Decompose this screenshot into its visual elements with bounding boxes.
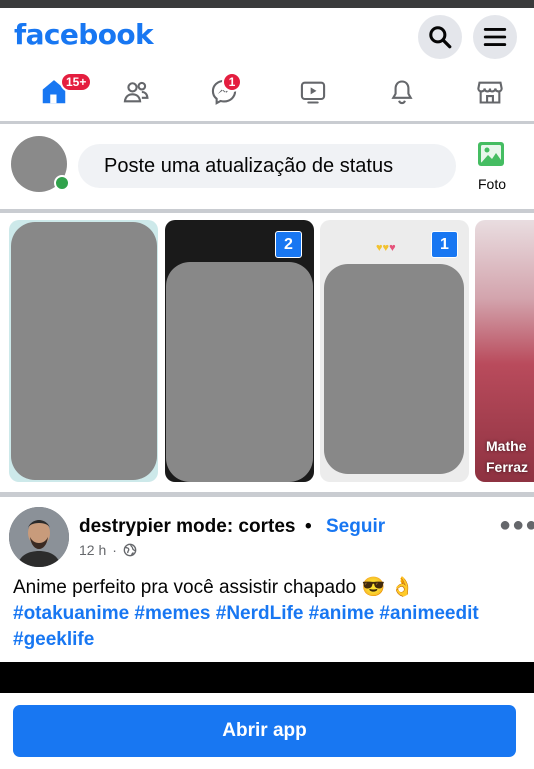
photo-label: Foto — [477, 176, 506, 192]
story-count-badge: 1 — [431, 231, 458, 258]
nav-friends[interactable] — [101, 66, 171, 118]
story-count-badge: 2 — [275, 231, 302, 258]
search-icon — [429, 26, 452, 49]
friends-icon — [123, 81, 149, 103]
hamburger-menu-icon — [483, 28, 507, 46]
story-card[interactable] — [9, 220, 158, 482]
post-hashtags[interactable]: #otakuanime #memes #NerdLife #anime #ani… — [13, 601, 523, 653]
divider — [0, 121, 534, 124]
online-indicator — [54, 175, 70, 191]
hearts-decoration: ♥♥♥ — [376, 242, 396, 254]
more-options-icon[interactable]: ●●● — [499, 514, 534, 537]
stories-tray: 2 ♥♥♥ 1 Mathe Ferraz — [0, 214, 534, 491]
nav-marketplace[interactable] — [455, 66, 525, 118]
post-time[interactable]: 12 h — [79, 542, 106, 558]
divider — [0, 492, 534, 497]
status-input[interactable]: Poste uma atualização de status — [78, 144, 456, 188]
header: facebook — [0, 8, 534, 66]
facebook-logo[interactable]: facebook — [14, 18, 154, 51]
story-card[interactable]: 2 — [165, 220, 314, 482]
story-author-name: Mathe Ferraz — [486, 438, 529, 475]
nav-notifications[interactable] — [367, 66, 437, 118]
post-author-name[interactable]: destrypier mode: cortes — [79, 516, 295, 538]
follow-button[interactable]: Seguir — [326, 516, 385, 538]
post-body: Anime perfeito pra você assistir chapado… — [13, 575, 523, 653]
separator-dot: • — [305, 516, 312, 537]
story-thumbnail — [166, 262, 313, 482]
post-video[interactable] — [0, 662, 534, 693]
photo-button[interactable]: Foto — [470, 138, 514, 200]
open-app-button[interactable]: Abrir app — [13, 705, 516, 757]
story-card[interactable]: Mathe Ferraz — [475, 220, 534, 482]
meta-separator: · — [112, 542, 117, 558]
video-icon — [300, 81, 326, 104]
messenger-badge: 1 — [222, 72, 242, 92]
top-nav: 15+ 1 — [0, 66, 534, 118]
divider — [0, 209, 534, 213]
globe-icon — [123, 543, 137, 557]
post-author-avatar[interactable] — [9, 507, 69, 567]
post-meta: 12 h · — [79, 542, 137, 558]
browser-top-strip — [0, 0, 534, 8]
search-button[interactable] — [418, 15, 462, 59]
home-badge: 15+ — [60, 72, 93, 92]
nav-home[interactable]: 15+ — [19, 66, 93, 118]
photo-icon — [478, 142, 504, 166]
menu-button[interactable] — [473, 15, 517, 59]
feed-post: destrypier mode: cortes • Seguir 12 h · … — [0, 498, 534, 662]
story-thumbnail — [324, 264, 464, 474]
story-card[interactable]: ♥♥♥ 1 — [320, 220, 469, 482]
post-text: Anime perfeito pra você assistir chapado… — [13, 577, 415, 598]
status-composer: Poste uma atualização de status Foto — [0, 126, 534, 210]
author-photo — [9, 507, 69, 567]
nav-messenger[interactable]: 1 — [189, 66, 259, 118]
nav-watch[interactable] — [278, 66, 348, 118]
marketplace-icon — [477, 81, 503, 104]
story-thumbnail — [11, 222, 157, 480]
bell-icon — [391, 80, 413, 105]
